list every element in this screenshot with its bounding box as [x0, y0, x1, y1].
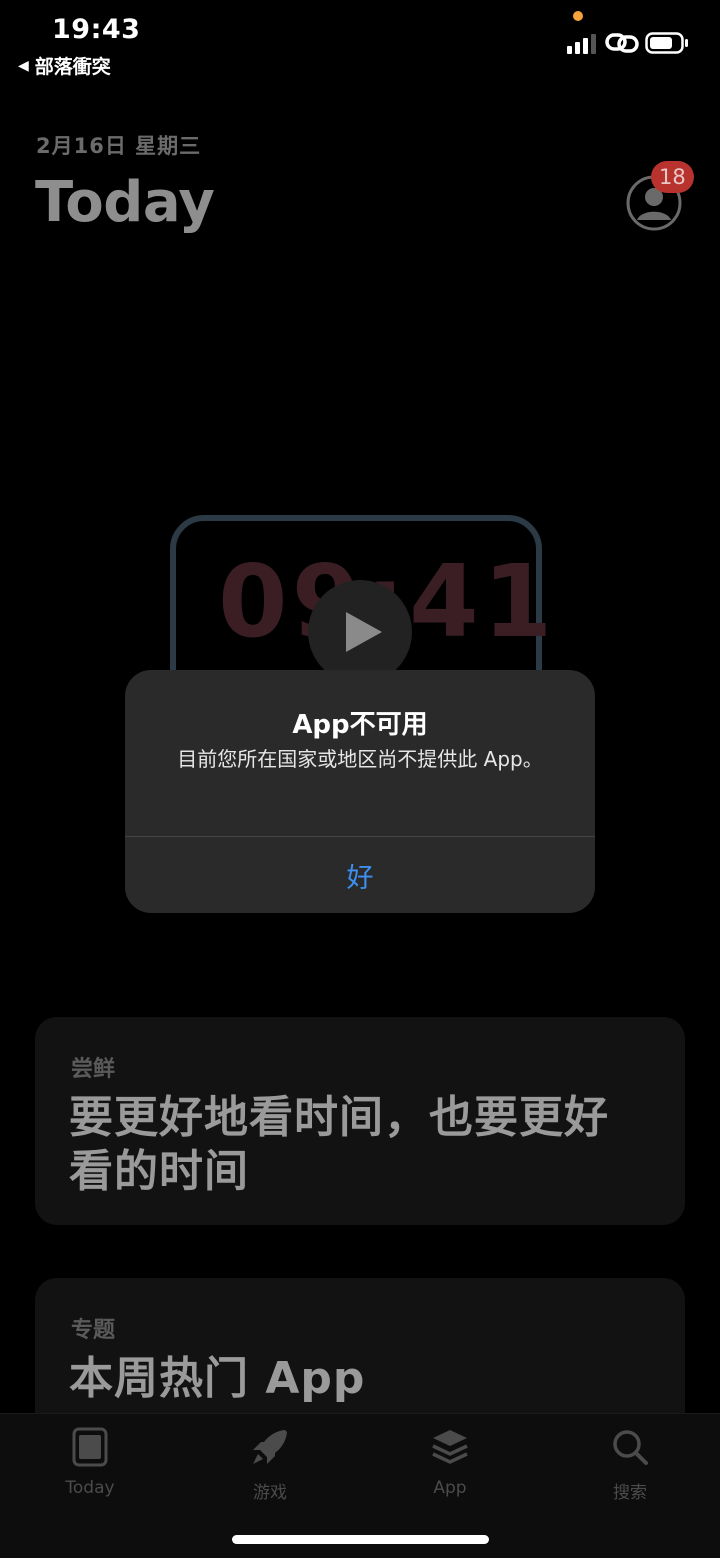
battery-icon	[645, 32, 688, 54]
card-eyebrow: 尝鲜	[71, 1057, 116, 1082]
status-time: 19:43	[52, 14, 141, 45]
back-caret-icon: ◀	[18, 57, 29, 74]
header-date: 2月16日 星期三	[36, 134, 202, 158]
tab-today[interactable]: Today	[30, 1426, 150, 1498]
tab-games[interactable]: 游戏	[210, 1426, 330, 1503]
play-video-button[interactable]	[308, 580, 412, 684]
alert-message: 目前您所在国家或地区尚不提供此 App。	[177, 747, 543, 771]
tab-search[interactable]: 搜索	[570, 1426, 690, 1503]
tab-label: App	[433, 1478, 467, 1498]
card-title: 本周热门 App	[69, 1353, 366, 1404]
alert-title: App不可用	[292, 710, 428, 740]
home-indicator[interactable]	[232, 1535, 489, 1544]
card-title: 要更好地看时间，也要更好看的时间	[69, 1092, 609, 1197]
mic-indicator-dot	[573, 11, 583, 21]
tab-apps[interactable]: App	[390, 1426, 510, 1498]
card-eyebrow: 专题	[71, 1318, 116, 1343]
notification-badge: 18	[651, 161, 694, 193]
tab-label: 搜索	[613, 1483, 647, 1503]
cellular-signal-icon	[567, 32, 596, 54]
page-title: Today	[35, 170, 215, 235]
story-card[interactable]: 尝鲜 要更好地看时间，也要更好看的时间	[35, 1017, 685, 1225]
personal-hotspot-icon	[605, 33, 639, 53]
tab-label: 游戏	[253, 1483, 287, 1503]
layers-icon	[432, 1430, 468, 1464]
play-icon	[346, 612, 382, 652]
today-icon	[72, 1427, 108, 1467]
back-to-app-link[interactable]: ◀ 部落衝突	[18, 52, 111, 79]
alert-dialog: App不可用 目前您所在国家或地区尚不提供此 App。 好	[125, 670, 595, 913]
alert-ok-button[interactable]: 好	[125, 837, 595, 913]
rocket-icon	[253, 1430, 287, 1464]
tab-label: Today	[65, 1478, 115, 1498]
back-app-label: 部落衝突	[34, 56, 111, 78]
search-icon	[613, 1430, 648, 1465]
status-bar: 19:43 ◀ 部落衝突	[0, 0, 720, 90]
